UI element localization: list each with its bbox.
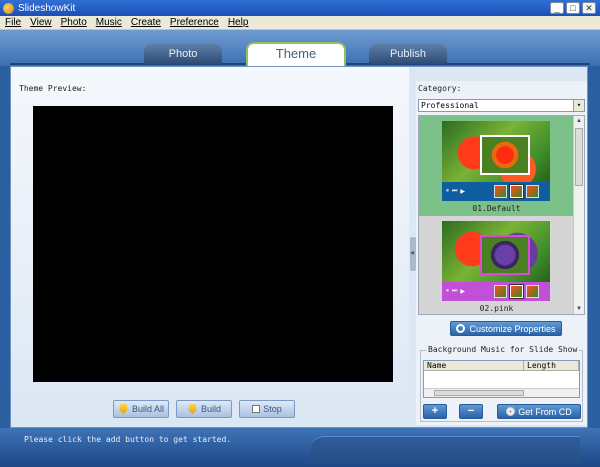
customize-label: Customize Properties	[469, 323, 556, 334]
theme-name: 02.pink	[479, 304, 514, 313]
scroll-down-icon[interactable]: ▼	[574, 304, 584, 314]
title-bar: SlideshowKit _ □ ✕	[0, 0, 600, 16]
add-music-button[interactable]: +	[423, 404, 447, 419]
window-title: SlideshowKit	[18, 2, 76, 14]
mini-thumb	[526, 285, 540, 298]
status-decoration	[310, 436, 580, 464]
pause-icon: ⏸	[446, 188, 450, 194]
customize-properties-button[interactable]: Customize Properties	[450, 321, 562, 336]
theme-panel: Category: Professional ▾ ⏸ ⏭ ▶ 01.Defaul…	[416, 81, 587, 425]
next-icon: ⏭	[452, 288, 458, 294]
scroll-up-icon[interactable]: ▲	[574, 116, 584, 126]
app-icon	[3, 2, 14, 14]
close-button[interactable]: ✕	[582, 2, 596, 14]
category-select[interactable]: Professional ▾	[418, 99, 585, 112]
preview-screen	[33, 106, 393, 382]
menu-create[interactable]: Create	[131, 17, 161, 28]
build-icon	[186, 404, 198, 414]
stop-label: Stop	[263, 404, 282, 414]
pause-icon: ⏸	[446, 288, 450, 294]
tab-photo[interactable]: Photo	[144, 44, 222, 64]
menu-bar: File View Photo Music Create Preference …	[0, 16, 600, 30]
remove-music-button[interactable]: −	[459, 404, 483, 419]
music-group-title: Background Music for Slide Show	[426, 345, 580, 354]
menu-music[interactable]: Music	[96, 17, 122, 28]
main-frame: Theme Preview: Build All Build Stop Cate…	[10, 66, 588, 428]
window-controls: _ □ ✕	[550, 2, 596, 14]
get-from-cd-label: Get From CD	[518, 406, 572, 417]
tab-header: Photo Theme Publish	[0, 30, 600, 66]
build-label: Build	[200, 404, 221, 414]
theme-list-scrollbar[interactable]: ▲ ▼	[573, 116, 584, 314]
background-music-group: Background Music for Slide Show Name Len…	[420, 345, 583, 422]
status-message: Please click the add button to get start…	[24, 435, 232, 444]
thumbnail-controls: ⏸ ⏭ ▶	[442, 282, 550, 301]
theme-item-pink[interactable]: ⏸ ⏭ ▶ 02.pink	[419, 216, 574, 314]
theme-item-default[interactable]: ⏸ ⏭ ▶ 01.Default	[419, 116, 574, 216]
cd-icon	[506, 407, 516, 416]
preview-label: Theme Preview:	[19, 84, 87, 93]
mini-thumb	[494, 285, 508, 298]
menu-help[interactable]: Help	[228, 17, 249, 28]
thumbnail-frame	[480, 135, 530, 175]
hscroll-thumb[interactable]	[434, 390, 524, 396]
tab-theme[interactable]: Theme	[246, 42, 346, 66]
scroll-thumb[interactable]	[575, 128, 583, 186]
build-icon	[117, 404, 129, 414]
stop-icon	[252, 405, 261, 413]
theme-name: 01.Default	[472, 204, 521, 213]
thumbnail-controls: ⏸ ⏭ ▶	[442, 182, 550, 201]
category-label: Category:	[418, 84, 462, 93]
status-bar: Please click the add button to get start…	[0, 428, 600, 467]
mini-thumb	[526, 185, 540, 198]
mini-thumb	[494, 185, 508, 198]
get-from-cd-button[interactable]: Get From CD	[497, 404, 581, 419]
mini-thumb	[509, 284, 525, 299]
gear-icon	[456, 324, 466, 333]
theme-thumbnail: ⏸ ⏭ ▶	[442, 221, 550, 301]
menu-preference[interactable]: Preference	[170, 17, 219, 28]
minimize-button[interactable]: _	[550, 2, 564, 14]
chevron-down-icon[interactable]: ▾	[573, 100, 584, 111]
play-icon: ▶	[460, 289, 466, 295]
build-button[interactable]: Build	[176, 400, 232, 418]
category-value: Professional	[421, 101, 479, 110]
theme-thumbnail: ⏸ ⏭ ▶	[442, 121, 550, 201]
build-all-button[interactable]: Build All	[113, 400, 169, 418]
stop-button[interactable]: Stop	[239, 400, 295, 418]
thumbnail-frame	[480, 235, 530, 275]
music-table[interactable]: Name Length	[423, 360, 580, 398]
preview-panel: Theme Preview: Build All Build Stop	[11, 67, 409, 427]
mini-thumb	[509, 184, 525, 199]
menu-photo[interactable]: Photo	[61, 17, 87, 28]
maximize-button[interactable]: □	[566, 2, 580, 14]
next-icon: ⏭	[452, 188, 458, 194]
tab-publish[interactable]: Publish	[369, 44, 447, 64]
build-all-label: Build All	[131, 404, 165, 414]
music-table-hscrollbar[interactable]	[424, 388, 579, 397]
column-name[interactable]: Name	[424, 361, 524, 371]
menu-view[interactable]: View	[30, 17, 52, 28]
menu-file[interactable]: File	[5, 17, 21, 28]
column-length[interactable]: Length	[524, 361, 579, 371]
theme-list: ⏸ ⏭ ▶ 01.Default ⏸ ⏭ ▶ 02.pink ▲ ▼	[418, 115, 585, 315]
play-icon: ▶	[460, 189, 466, 195]
